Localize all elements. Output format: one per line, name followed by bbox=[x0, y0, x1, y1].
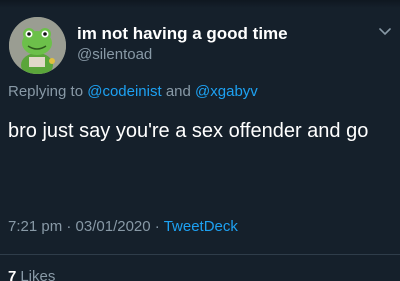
tweet-time[interactable]: 7:21 pm bbox=[8, 218, 62, 235]
replying-to-label: Replying to bbox=[8, 83, 84, 100]
likes-label: Likes bbox=[20, 268, 56, 281]
tweet-date[interactable]: 03/01/2020 bbox=[76, 218, 151, 235]
replying-to-line: Replying to @codeinist and @xgabyv bbox=[8, 83, 258, 100]
tweet-text: bro just say you're a sex offender and g… bbox=[8, 120, 369, 142]
top-edge bbox=[0, 0, 400, 8]
tweet-source-link[interactable]: TweetDeck bbox=[164, 218, 238, 235]
author-display-name[interactable]: im not having a good time bbox=[77, 24, 288, 44]
avatar[interactable] bbox=[9, 17, 66, 74]
mention-link[interactable]: @codeinist bbox=[87, 83, 161, 100]
likes-stat[interactable]: 7 Likes bbox=[8, 268, 55, 281]
tweet-meta: 7:21 pm · 03/01/2020 · TweetDeck bbox=[8, 218, 238, 235]
meta-separator: · bbox=[154, 218, 160, 235]
author-handle[interactable]: @silentoad bbox=[77, 46, 152, 63]
meta-separator: · bbox=[66, 218, 72, 235]
mention-link[interactable]: @xgabyv bbox=[195, 83, 258, 100]
replying-joiner: and bbox=[165, 83, 191, 100]
frog-icon bbox=[9, 17, 66, 74]
divider bbox=[0, 254, 400, 255]
chevron-down-icon[interactable] bbox=[378, 27, 392, 37]
likes-count: 7 bbox=[8, 268, 17, 281]
